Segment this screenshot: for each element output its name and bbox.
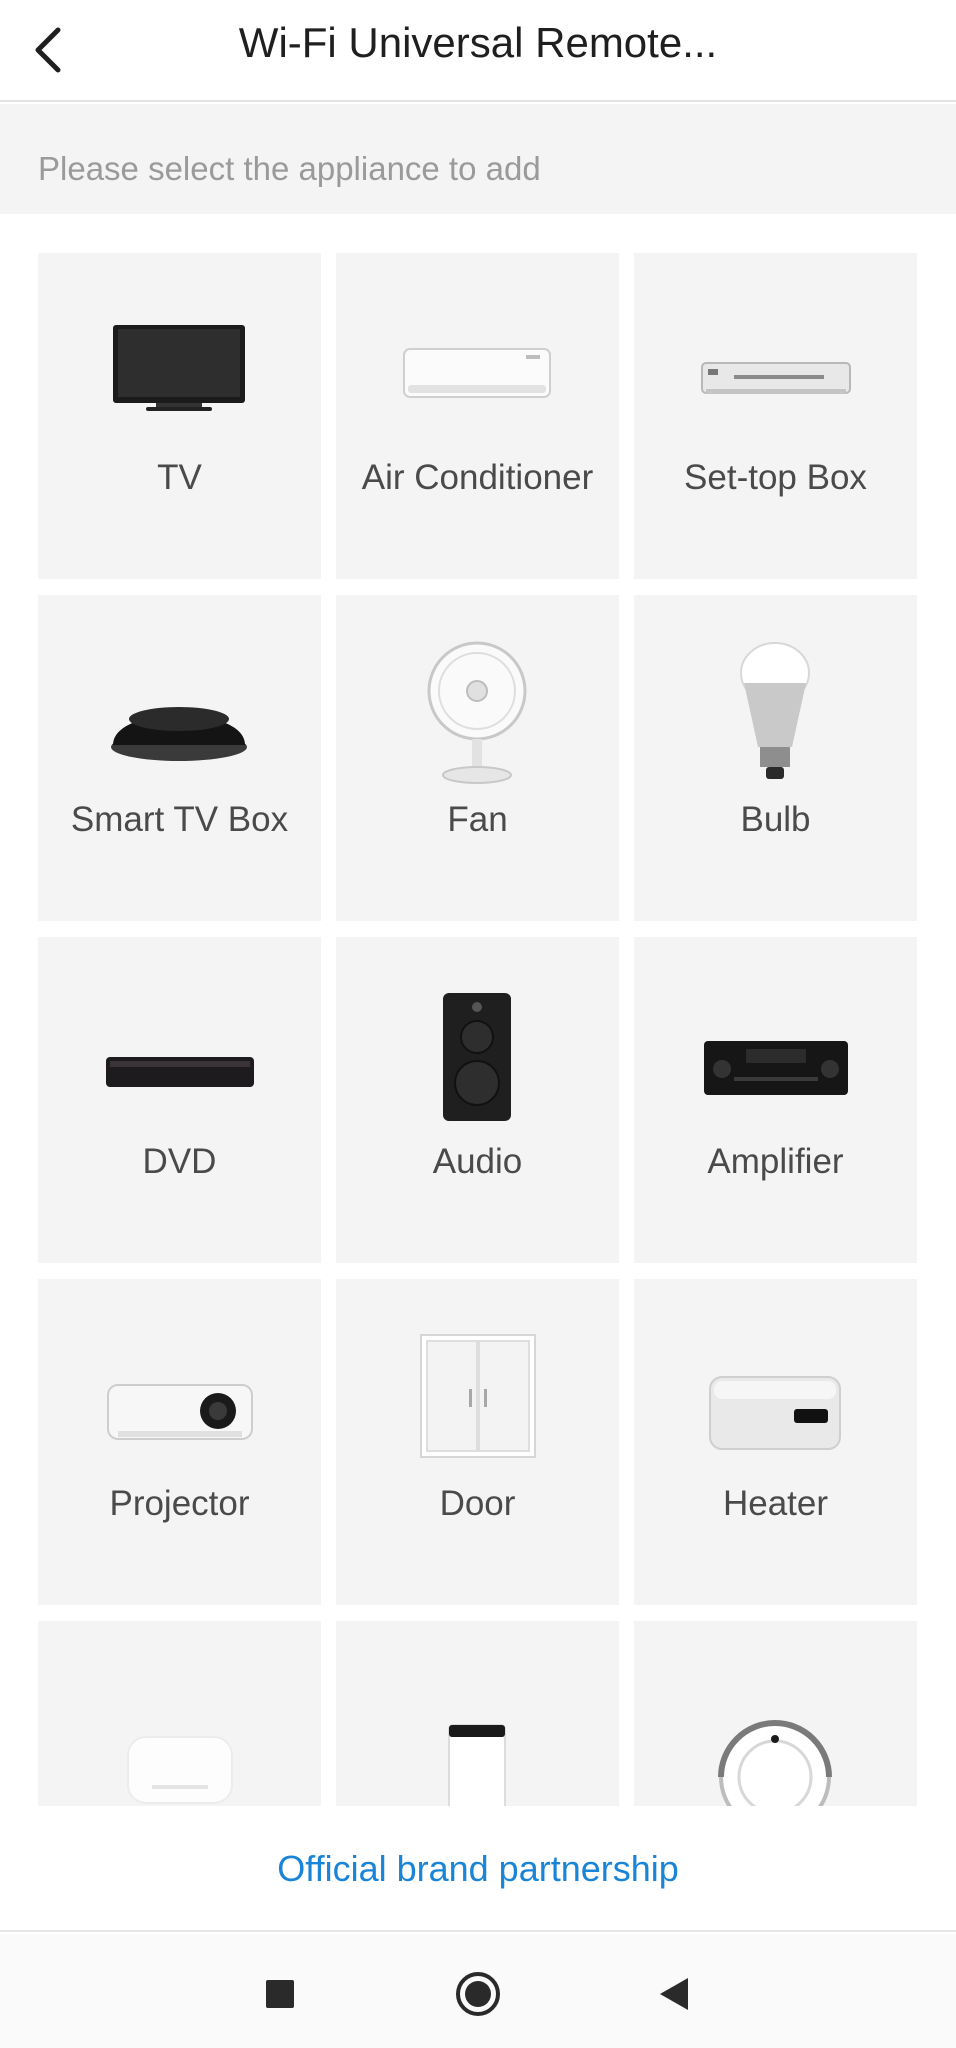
appliance-tile-fan[interactable]: Fan — [336, 595, 619, 921]
tile-label: Air Conditioner — [361, 458, 594, 497]
partner-bar: Official brand partnership — [0, 1806, 956, 1932]
tile-label: Door — [439, 1484, 516, 1523]
tile-label: Smart TV Box — [70, 800, 289, 839]
appliance-tile-bulb[interactable]: Bulb — [634, 595, 917, 921]
amplifier-icon — [634, 977, 917, 1137]
back-nav-button[interactable] — [646, 1966, 702, 2022]
appliance-tile-air-purifier[interactable] — [336, 1621, 619, 1806]
fan-icon — [336, 635, 619, 795]
top-bar: Wi-Fi Universal Remote... — [0, 0, 956, 102]
humidifier-icon — [38, 1661, 321, 1806]
tv-icon — [38, 293, 321, 453]
system-nav-bar — [0, 1934, 956, 2048]
tile-label: Set-top Box — [684, 458, 867, 497]
air-conditioner-icon — [336, 293, 619, 453]
tile-label: TV — [157, 458, 202, 497]
tile-label: Fan — [447, 800, 508, 839]
appliance-tile-projector[interactable]: Projector — [38, 1279, 321, 1605]
tile-label: Heater — [722, 1484, 829, 1523]
bulb-icon — [634, 635, 917, 795]
air-purifier-icon — [336, 1661, 619, 1806]
appliance-tile-audio[interactable]: Audio — [336, 937, 619, 1263]
appliance-tile-robot-vacuum[interactable] — [634, 1621, 917, 1806]
appliance-tile-air-conditioner[interactable]: Air Conditioner — [336, 253, 619, 579]
home-button[interactable] — [450, 1966, 506, 2022]
appliance-grid[interactable]: TV Air Conditioner Set-top Box Smart TV … — [0, 214, 956, 1806]
tile-label: Amplifier — [707, 1142, 844, 1181]
recents-button[interactable] — [252, 1966, 308, 2022]
appliance-tile-dvd[interactable]: DVD — [38, 937, 321, 1263]
set-top-box-icon — [634, 293, 917, 453]
projector-icon — [38, 1319, 321, 1479]
instruction-bar: Please select the appliance to add — [0, 104, 956, 214]
appliance-tile-door[interactable]: Door — [336, 1279, 619, 1605]
square-icon — [266, 1980, 294, 2008]
tile-label: Audio — [432, 1142, 523, 1181]
tile-label: Projector — [109, 1484, 250, 1523]
dvd-icon — [38, 977, 321, 1137]
appliance-tile-humidifier[interactable] — [38, 1621, 321, 1806]
appliance-tile-tv[interactable]: TV — [38, 253, 321, 579]
appliance-tile-amplifier[interactable]: Amplifier — [634, 937, 917, 1263]
heater-icon — [634, 1319, 917, 1479]
official-brand-partnership-link[interactable]: Official brand partnership — [0, 1848, 956, 1890]
appliance-tile-set-top-box[interactable]: Set-top Box — [634, 253, 917, 579]
audio-icon — [336, 977, 619, 1137]
appliance-tile-heater[interactable]: Heater — [634, 1279, 917, 1605]
tile-label: Bulb — [740, 800, 811, 839]
instruction-text: Please select the appliance to add — [38, 150, 541, 187]
page-title: Wi-Fi Universal Remote... — [238, 19, 718, 66]
door-icon — [336, 1319, 619, 1479]
robot-vacuum-icon — [634, 1661, 917, 1806]
tile-label: DVD — [142, 1142, 217, 1181]
triangle-back-icon — [660, 1978, 688, 2010]
appliance-tile-smart-tv-box[interactable]: Smart TV Box — [38, 595, 321, 921]
smart-tv-box-icon — [38, 635, 321, 795]
circle-icon — [456, 1972, 500, 2016]
